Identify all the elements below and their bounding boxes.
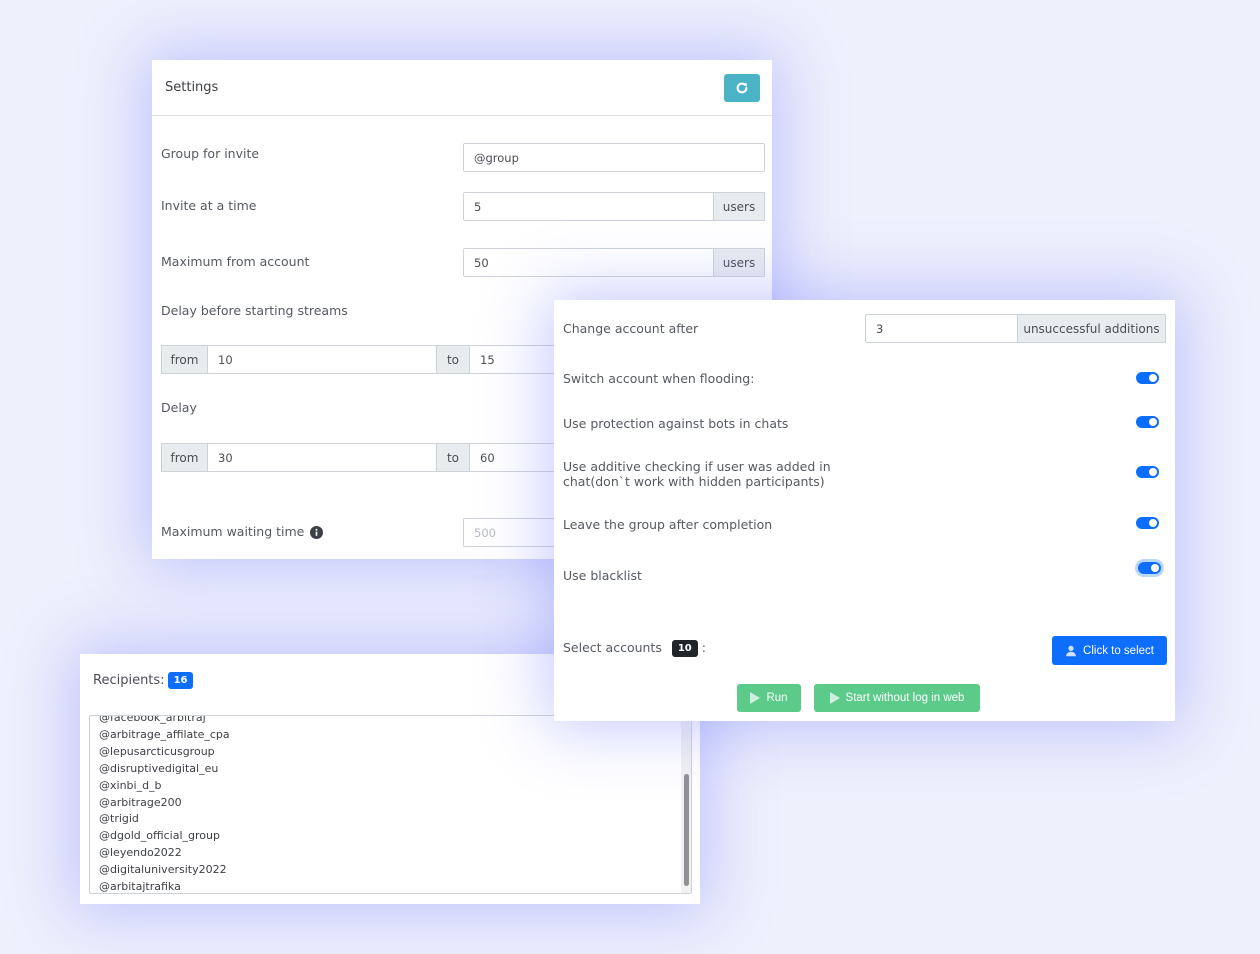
leave-group-toggle[interactable] <box>1136 517 1159 529</box>
max-account-input[interactable]: 50 <box>463 248 714 277</box>
max-account-label: Maximum from account <box>161 254 310 269</box>
delay-from-addon: from <box>161 443 208 472</box>
select-accounts-text: Select accounts <box>563 640 662 655</box>
streams-delay-label: Delay before starting streams <box>161 303 348 318</box>
settings-title: Settings <box>165 80 219 95</box>
additive-check-line1: Use additive checking if user was added … <box>563 459 831 474</box>
change-account-input[interactable]: 3 <box>865 314 1018 343</box>
refresh-icon <box>736 82 748 93</box>
invite-addon: users <box>713 192 765 221</box>
list-item: @leyendo2022 <box>99 846 182 860</box>
list-item: @facebook_arbitraj <box>99 715 206 724</box>
list-item: @disruptivedigital_eu <box>99 761 219 775</box>
list-item: @digitaluniversity2022 <box>99 863 227 877</box>
click-to-select-button[interactable]: Click to select <box>1052 636 1167 665</box>
streams-from-input[interactable]: 10 <box>207 345 437 374</box>
accounts-count-badge: 10 <box>671 640 698 657</box>
list-item: @lepusarcticusgroup <box>99 744 215 758</box>
info-icon[interactable] <box>310 526 324 539</box>
list-item: @trigid <box>99 812 139 826</box>
change-account-label: Change account after <box>563 321 699 336</box>
switch-flood-label: Switch account when flooding: <box>563 371 755 386</box>
delay-label: Delay <box>161 400 197 415</box>
switch-flood-toggle[interactable] <box>1136 372 1159 384</box>
list-item: @arbitrage_affilate_cpa <box>99 727 230 741</box>
delay-from-input[interactable]: 30 <box>207 443 437 472</box>
options-card: Change account after 3 unsuccessful addi… <box>554 300 1175 721</box>
run-button[interactable]: Run <box>737 684 801 712</box>
scrollbar-thumb[interactable] <box>684 774 689 886</box>
settings-header: Settings <box>152 60 772 116</box>
max-wait-text: Maximum waiting time <box>161 524 305 539</box>
additive-check-toggle[interactable] <box>1136 466 1159 478</box>
click-to-select-label: Click to select <box>1083 644 1154 657</box>
recipients-label: Recipients: <box>93 672 165 688</box>
scrollbar-track[interactable] <box>681 716 691 893</box>
streams-to-addon: to <box>436 345 470 374</box>
list-item: @arbitajtrafika <box>99 880 181 894</box>
group-input[interactable]: @group <box>463 143 765 172</box>
blacklist-toggle[interactable] <box>1138 562 1161 574</box>
select-accounts-colon: : <box>701 640 706 655</box>
start-web-label: Start without log in web <box>845 692 965 704</box>
invite-label: Invite at a time <box>161 198 257 213</box>
list-item: @dgold_official_group <box>99 829 220 843</box>
max-wait-label: Maximum waiting time <box>161 524 324 539</box>
bot-protection-toggle[interactable] <box>1136 416 1159 428</box>
invite-input[interactable]: 5 <box>463 192 714 221</box>
refresh-button[interactable] <box>724 73 760 102</box>
user-icon <box>1066 645 1076 656</box>
start-web-button[interactable]: Start without log in web <box>814 684 980 712</box>
additive-check-line2: chat(don`t work with hidden participants… <box>563 474 825 489</box>
blacklist-label: Use blacklist <box>563 568 642 583</box>
select-accounts-label: Select accounts 10 : <box>563 640 706 657</box>
change-account-addon: unsuccessful additions <box>1017 314 1166 343</box>
bot-protection-label: Use protection against bots in chats <box>563 416 789 431</box>
delay-to-addon: to <box>436 443 470 472</box>
additive-check-label: Use additive checking if user was added … <box>563 459 831 489</box>
leave-group-label: Leave the group after completion <box>563 517 773 532</box>
play-icon <box>829 692 840 704</box>
recipients-textarea[interactable]: @facebook_arbitraj @arbitrage_affilate_c… <box>89 715 692 894</box>
list-item: @xinbi_d_b <box>99 778 162 792</box>
recipients-count-badge: 16 <box>167 671 194 689</box>
streams-from-addon: from <box>161 345 208 374</box>
play-icon <box>750 692 761 704</box>
group-label: Group for invite <box>161 146 260 161</box>
list-item: @arbitrage200 <box>99 795 182 809</box>
recipients-list: @facebook_arbitraj @arbitrage_affilate_c… <box>99 715 230 894</box>
max-account-addon: users <box>713 248 765 277</box>
run-label: Run <box>766 692 788 704</box>
